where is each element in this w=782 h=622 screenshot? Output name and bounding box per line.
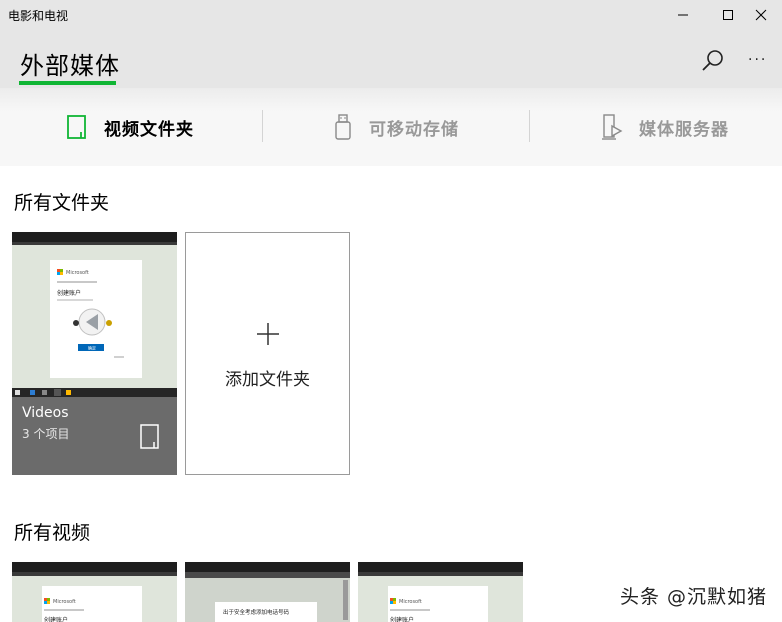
- app-header: 外部媒体 ···: [0, 30, 782, 88]
- tab-divider: [529, 110, 530, 142]
- add-folder-button[interactable]: 添加文件夹: [185, 232, 350, 475]
- video-thumbnail[interactable]: 出于安全考虑添加电话号码: [185, 562, 350, 622]
- thumb-prompt-text: 出于安全考虑添加电话号码: [223, 608, 290, 616]
- section-title-folders: 所有文件夹: [14, 192, 110, 214]
- media-server-icon: [602, 114, 623, 140]
- page-title: 外部媒体: [20, 52, 120, 80]
- usb-drive-icon: [335, 114, 351, 140]
- tab-removable-storage[interactable]: 可移动存储: [333, 88, 459, 166]
- thumb-heading-text: 创建账户: [57, 289, 81, 297]
- folder-name: Videos: [22, 405, 69, 421]
- tab-divider: [262, 110, 263, 142]
- watermark: 头条 @沉默如猪: [620, 586, 768, 608]
- folder-item-count: 3 个项目: [22, 427, 70, 441]
- section-title-videos: 所有视频: [14, 522, 91, 544]
- maximize-icon: [723, 10, 733, 20]
- close-button[interactable]: [740, 0, 782, 30]
- search-button[interactable]: [700, 48, 726, 74]
- tab-media-servers[interactable]: 媒体服务器: [601, 88, 729, 166]
- thumb-brand-text: Microsoft: [399, 599, 422, 605]
- thumb-brand-text: Microsoft: [53, 599, 76, 605]
- add-folder-label: 添加文件夹: [225, 370, 310, 390]
- plus-icon: [257, 323, 279, 345]
- title-underline: [19, 81, 116, 85]
- folder-phone-icon: [140, 424, 159, 449]
- tab-label: 视频文件夹: [104, 119, 194, 140]
- minimize-icon: [678, 14, 688, 16]
- folder-thumbnail: Microsoft 创建账户 确定: [12, 232, 177, 397]
- search-icon: [702, 50, 723, 71]
- category-tabs: 视频文件夹 可移动存储 媒体服务器: [0, 88, 782, 166]
- minimize-button[interactable]: [660, 0, 706, 30]
- tab-label: 可移动存储: [369, 119, 459, 140]
- close-icon: [755, 9, 767, 21]
- thumb-brand-text: Microsoft: [66, 270, 89, 276]
- tab-video-folders[interactable]: 视频文件夹: [66, 88, 194, 166]
- thumb-heading-text: 创建账户: [44, 616, 68, 622]
- tab-label: 媒体服务器: [639, 119, 729, 140]
- title-bar: 电影和电视: [0, 0, 782, 30]
- thumb-button-text: 确定: [88, 345, 96, 351]
- folder-info: Videos 3 个项目: [12, 397, 177, 475]
- folder-card-videos[interactable]: Microsoft 创建账户 确定 Videos 3 个项目: [12, 232, 177, 475]
- app-title: 电影和电视: [8, 9, 69, 23]
- thumb-heading-text: 创建账户: [390, 616, 414, 622]
- more-options-button[interactable]: ···: [748, 52, 767, 68]
- video-thumbnail[interactable]: Microsoft 创建账户: [358, 562, 523, 622]
- video-thumbnail[interactable]: Microsoft 创建账户: [12, 562, 177, 622]
- folder-phone-icon: [67, 115, 86, 139]
